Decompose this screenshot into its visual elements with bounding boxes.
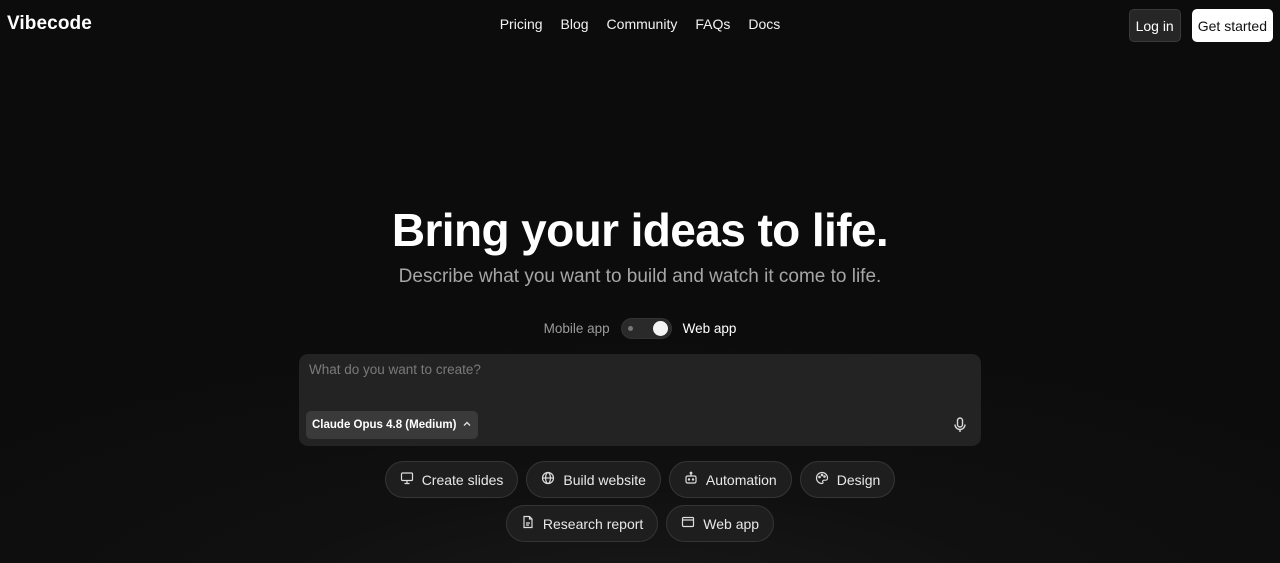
palette-icon [815,471,829,488]
presentation-icon [400,471,414,488]
prompt-input[interactable] [309,362,969,406]
model-label: Claude Opus 4.8 (Medium) [312,419,457,431]
nav-faqs[interactable]: FAQs [695,16,730,32]
browser-window-icon [681,515,695,532]
nav-blog[interactable]: Blog [561,16,589,32]
auth-buttons: Log in Get started [1128,9,1273,42]
main-nav: Pricing Blog Community FAQs Docs [0,16,1280,32]
document-icon [521,515,535,532]
model-selector[interactable]: Claude Opus 4.8 (Medium) [306,411,479,439]
nav-community[interactable]: Community [607,16,678,32]
top-navbar: Vibecode Pricing Blog Community FAQs Doc… [0,0,1280,52]
get-started-button[interactable]: Get started [1191,9,1273,42]
chip-web-app[interactable]: Web app [666,505,775,542]
app-mode-toggle-group: Mobile app Web app [0,318,1280,339]
chip-create-slides[interactable]: Create slides [384,461,519,498]
suggestion-chips-row-2: Research report Web app [0,505,1280,542]
login-button[interactable]: Log in [1128,9,1181,42]
hero-subtitle: Describe what you want to build and watc… [398,266,882,287]
chip-build-website[interactable]: Build website [526,461,661,498]
globe-icon [541,471,555,488]
chip-automation[interactable]: Automation [668,461,792,498]
web-app-label[interactable]: Web app [683,321,737,336]
chip-label: Automation [705,471,777,488]
toggle-knob [652,321,668,336]
nav-pricing[interactable]: Pricing [500,16,543,32]
chip-label: Web app [703,515,760,532]
chip-label: Design [836,471,881,488]
toggle-off-dot [627,326,633,331]
prompt-box: Claude Opus 4.8 (Medium) [299,354,981,446]
nav-docs[interactable]: Docs [748,16,780,32]
suggestion-chips-row-1: Create slides Build website Automation D… [0,461,1280,498]
chevron-up-icon [462,419,472,432]
app-mode-toggle[interactable] [620,318,672,339]
chip-design[interactable]: Design [799,461,896,498]
mobile-app-label[interactable]: Mobile app [544,321,610,336]
chip-label: Build website [563,471,646,488]
chip-label: Research report [542,515,644,532]
chip-label: Create slides [421,471,504,488]
hero-title: Bring your ideas to life. [391,204,889,256]
robot-icon [684,471,698,488]
microphone-icon[interactable] [953,417,967,433]
chip-research-report[interactable]: Research report [505,505,659,542]
